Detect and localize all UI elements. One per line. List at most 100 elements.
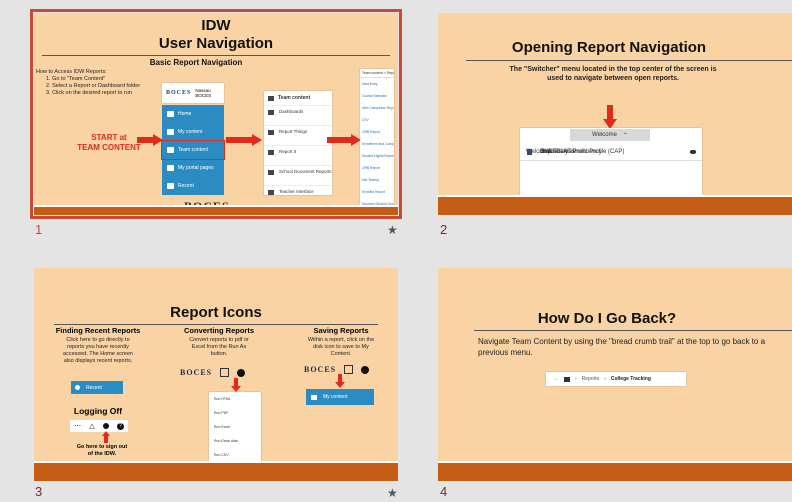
chevron-right-icon: › <box>604 376 606 382</box>
report-item[interactable]: Student Digital Report <box>362 150 394 162</box>
bell-icon[interactable]: △ <box>89 422 94 430</box>
report-item[interactable]: CSV <box>362 114 394 126</box>
col-recent-heading: Finding Recent Reports <box>55 326 141 335</box>
slide-3-animation-star-icon: ★ <box>387 486 398 500</box>
col-save: Saving Reports Within a report, click on… <box>296 326 386 360</box>
convert-toolbar: BOCES <box>180 368 246 377</box>
slide-2-thumbnail[interactable]: Opening Report Navigation The "Switcher"… <box>438 13 792 215</box>
report-item[interactable]: Course Selection <box>362 90 394 102</box>
nav-item-home[interactable]: Home <box>162 105 224 123</box>
switcher-button[interactable]: Welcome ⌃ <box>570 129 650 141</box>
save-toolbar: BOCES <box>304 365 370 374</box>
run-as-icon[interactable] <box>237 368 246 377</box>
recent-button-label: Recent <box>86 384 102 391</box>
start-label: START at TEAM CONTENT <box>74 133 144 153</box>
report-list-panel: Team content > Report Data Entry Course … <box>360 69 394 209</box>
nav-item-my-content[interactable]: My content <box>162 123 224 141</box>
slide-3-title: Report Icons <box>170 304 262 321</box>
folder-item-teacher-interface[interactable]: Teacher Interface <box>264 186 332 206</box>
run-as-item-label: Run Excel data <box>214 439 238 443</box>
folder-icon <box>311 394 317 400</box>
slide-4-divider <box>474 330 792 331</box>
slide-2-desc: The "Switcher" menu located in the top c… <box>509 66 717 82</box>
folder-item-report-things-label: Report Things <box>279 129 308 134</box>
save-arrow-icon <box>335 374 345 388</box>
breadcrumb-reports[interactable]: Reports <box>582 376 600 382</box>
slide-1-animation-star-icon: ★ <box>387 223 398 237</box>
my-content-button[interactable]: My content <box>306 389 374 405</box>
run-as-item-label: Run Excel <box>214 425 230 429</box>
boces-mini-logo: BOCES <box>180 368 213 377</box>
slide-1-subtitle: Basic Report Navigation <box>149 58 243 67</box>
report-item[interactable]: Enrollment and Completion Report <box>362 138 394 150</box>
start-arrow-icon <box>137 134 163 146</box>
more-icon[interactable]: ⋯ <box>74 422 81 430</box>
switcher-item-item-analysis[interactable]: Item Analysis <box>520 143 702 161</box>
run-as-item[interactable]: Run Excel <box>209 420 261 434</box>
folder-item-report-it[interactable]: Report It <box>264 146 332 166</box>
folder-item-teacher-interface-label: Teacher Interface <box>279 189 314 194</box>
run-as-item-label: Run CSV <box>214 453 229 457</box>
slide-2-number: 2 <box>440 222 448 237</box>
team-content-arrow-icon <box>226 134 262 146</box>
settings-icon[interactable] <box>361 365 370 374</box>
logoff-text: Go here to sign out of the IDW. <box>76 444 128 457</box>
folder-item-report-things[interactable]: Report Things <box>264 126 332 146</box>
report-item[interactable]: Mel Testing <box>362 174 394 186</box>
slide-2-footer-bar <box>438 195 792 215</box>
run-as-item-label: Run HTML <box>214 397 231 401</box>
run-as-menu: Run HTML Run PDF Run Excel Run Excel dat… <box>209 392 261 466</box>
breadcrumb: ← › Reports › College Tracking <box>546 372 686 386</box>
folder-icon[interactable] <box>564 376 570 382</box>
run-as-item[interactable]: Run PDF <box>209 406 261 420</box>
folder-item-school-docs[interactable]: School Document Reports <box>264 166 332 186</box>
howto-step-3: 3. Click on the desired report to run <box>46 90 132 96</box>
slide-1-thumbnail[interactable]: IDW User Navigation Basic Report Navigat… <box>34 13 398 215</box>
slide-3-thumbnail[interactable]: Report Icons Finding Recent Reports Clic… <box>34 268 398 481</box>
run-as-item-label: Run PDF <box>214 411 229 415</box>
nav-panel-org: Nassau BOCES <box>195 88 212 98</box>
slide-1-howto: How to Access IDW Reports: 1. Go to "Tea… <box>36 69 156 97</box>
save-disk-icon[interactable] <box>220 368 230 377</box>
boces-mini-logo: BOCES <box>304 365 337 374</box>
slide-4-thumbnail[interactable]: How Do I Go Back? Navigate Team Content … <box>438 268 792 481</box>
clock-icon <box>75 385 80 390</box>
slide-1-title-line1: IDW <box>201 17 231 34</box>
report-item[interactable]: ORB Report <box>362 126 394 138</box>
report-list-header: Team content > Report <box>360 69 394 78</box>
switcher-arrow-icon <box>603 105 617 129</box>
slide-1-number: 1 <box>35 222 43 237</box>
col-convert-text: Convert reports to pdf or Excel from the… <box>189 337 249 357</box>
recent-button[interactable]: Recent <box>71 381 123 394</box>
back-arrow-icon[interactable]: ← <box>554 376 559 382</box>
breadcrumb-current[interactable]: College Tracking <box>611 376 651 382</box>
chevron-up-icon: ⌃ <box>622 132 628 139</box>
run-as-item[interactable]: Run Excel data <box>209 434 261 448</box>
run-as-item[interactable]: Run HTML <box>209 392 261 406</box>
run-as-item[interactable]: Run CSV <box>209 448 261 462</box>
folder-list-header: Team content <box>264 91 332 106</box>
nav-item-team-content[interactable]: Team content <box>161 140 225 160</box>
report-item[interactable]: Data Entry <box>362 78 394 90</box>
howto-step-2: 2. Select a Report or Dashboard folder <box>46 83 141 89</box>
slide-1-title-line2: User Navigation <box>158 35 274 52</box>
start-label-line2: TEAM CONTENT <box>77 143 141 152</box>
folder-arrow-icon <box>327 134 361 146</box>
folder-item-school-docs-label: School Document Reports <box>279 169 332 174</box>
user-icon[interactable] <box>102 423 109 429</box>
report-item[interactable]: ORB Report <box>362 162 394 174</box>
report-item[interactable]: Item Completion Report <box>362 102 394 114</box>
save-disk-icon[interactable] <box>344 365 354 374</box>
nav-item-team-content-label: Team content <box>178 147 209 153</box>
col-recent: Finding Recent Reports Click here to go … <box>48 326 148 367</box>
folder-item-dashboards[interactable]: Dashboards <box>264 106 332 126</box>
howto-heading: How to Access IDW Reports: <box>36 69 107 75</box>
report-item[interactable]: Enrolled Report <box>362 186 394 198</box>
boces-mini-logo: BOCES <box>166 90 192 96</box>
convert-arrow-icon <box>231 378 241 392</box>
report-icon <box>527 149 532 155</box>
nav-item-portal-pages[interactable]: My portal pages <box>162 159 224 177</box>
nav-item-recent[interactable]: Recent <box>162 177 224 195</box>
help-icon[interactable]: ? <box>116 422 124 430</box>
folder-list-header-label: Team content <box>278 95 311 101</box>
